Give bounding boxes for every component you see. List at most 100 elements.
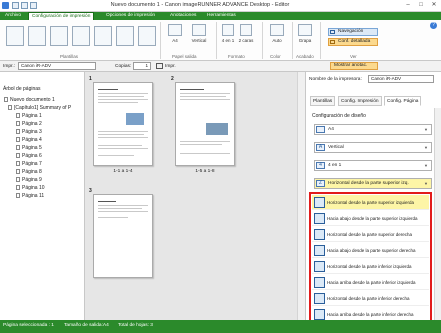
sheet-thumbnail[interactable] — [93, 82, 153, 166]
page-icon — [16, 185, 20, 191]
order-option[interactable]: Horizontal desde la parte superior derec… — [312, 227, 429, 242]
page-icon — [16, 153, 20, 159]
sheet-thumbnail[interactable] — [175, 82, 235, 166]
show-annotations-toggle[interactable]: Mostrar anotac. — [330, 62, 378, 70]
template-7-icon[interactable] — [138, 26, 156, 46]
close-button[interactable]: ✕ — [428, 1, 440, 10]
paper-size-icon[interactable] — [168, 24, 182, 36]
tab-anotaciones[interactable]: Anotaciones — [167, 12, 199, 20]
template-2-icon[interactable] — [28, 26, 46, 46]
printer-name-select[interactable]: Canon iR-ADV — [368, 75, 434, 83]
copies-input[interactable]: 1 — [133, 62, 151, 70]
tab-config-impresion[interactable]: Config. Impresión — [338, 96, 382, 106]
z-order-icon — [314, 197, 325, 208]
print-icon[interactable] — [156, 63, 163, 69]
tree-page-item[interactable]: Página 10 — [16, 184, 45, 192]
orientation-icon: A — [316, 144, 325, 151]
order-option[interactable]: Horizontal desde la parte inferior derec… — [312, 291, 429, 306]
order-option[interactable]: Hacia abajo desde la parte superior izqu… — [312, 211, 429, 226]
tree-page-item[interactable]: Página 11 — [16, 192, 44, 200]
print-button-label[interactable]: Impr. — [165, 64, 176, 69]
tree-chapter[interactable]: [Capítulo1] Summary of P — [8, 104, 71, 112]
navigation-label: Navegación — [338, 29, 364, 34]
sheet-caption: 1-5 a 1-8 — [195, 169, 215, 174]
order-option[interactable]: Hacia arriba desde la parte inferior izq… — [312, 275, 429, 290]
group-acabado-label: Acabado — [296, 54, 314, 59]
navigation-icon — [330, 30, 335, 34]
ribbon: Plantillas A4 Vertical Papel salida 4 en… — [0, 20, 441, 61]
status-selected-page: Página seleccionada : 1 — [3, 323, 54, 328]
minimize-button[interactable]: – — [402, 1, 414, 10]
template-5-icon[interactable] — [94, 26, 112, 46]
tree-page-item[interactable]: Página 3 — [16, 128, 42, 136]
page-order-value: Horizontal desde la parte superior izq. — [328, 181, 409, 186]
tree-page-item[interactable]: Página 2 — [16, 120, 42, 128]
tree-page-label: Página 4 — [22, 137, 42, 143]
tree-page-item[interactable]: Página 4 — [16, 136, 42, 144]
template-4-icon[interactable] — [72, 26, 90, 46]
n-order-icon — [314, 277, 325, 288]
staple-icon[interactable] — [298, 24, 312, 36]
z-order-icon — [314, 261, 325, 272]
tree-page-label: Página 1 — [22, 113, 42, 119]
redo-quick-icon[interactable] — [30, 2, 37, 9]
duplex-label[interactable]: 2 caras — [238, 38, 254, 43]
image-thumbnail — [206, 123, 228, 135]
order-option[interactable]: Horizontal desde la parte superior izqui… — [312, 195, 429, 210]
order-option[interactable]: Hacia abajo desde la parte superior dere… — [312, 243, 429, 258]
chevron-down-icon: ▼ — [424, 145, 428, 150]
tab-configuracion-impresion[interactable]: Configuración de impresión — [28, 12, 95, 20]
panel-vertical-scrollbar[interactable] — [434, 108, 441, 320]
tree-page-item[interactable]: Página 7 — [16, 160, 42, 168]
navigation-toggle[interactable]: Navegación — [328, 28, 378, 36]
pages-per-sheet-icon[interactable] — [222, 24, 234, 36]
order-option-label: Horizontal desde la parte superior izqui… — [327, 200, 415, 205]
settings-panel: Nombre de la impresora: Canon iR-ADV Pla… — [305, 72, 441, 322]
template-1-icon[interactable] — [6, 26, 24, 46]
help-icon[interactable]: ? — [430, 22, 437, 29]
tab-config-pagina[interactable]: Config. Página — [384, 96, 422, 106]
tab-plantillas[interactable]: Plantillas — [310, 96, 336, 106]
tree-page-label: Página 6 — [22, 153, 42, 159]
paper-size-label[interactable]: A4 — [168, 38, 182, 43]
tree-page-item[interactable]: Página 5 — [16, 144, 42, 152]
save-quick-icon[interactable] — [12, 2, 19, 9]
tree-page-item[interactable]: Página 1 — [16, 112, 42, 120]
sheet-thumbnail[interactable] — [93, 194, 153, 278]
tab-opciones-impresion[interactable]: Opciones de impresión — [103, 12, 158, 20]
order-option[interactable]: Horizontal desde la parte inferior izqui… — [312, 259, 429, 274]
template-6-icon[interactable] — [116, 26, 134, 46]
page-order-combo[interactable]: Z Horizontal desde la parte superior izq… — [314, 178, 432, 189]
tab-archivo[interactable]: Archivo — [2, 12, 24, 20]
duplex-icon[interactable] — [240, 24, 252, 36]
tree-page-item[interactable]: Página 6 — [16, 152, 42, 160]
printer-select[interactable]: Canon iR-ADV — [18, 62, 96, 70]
orientation-icon[interactable] — [192, 24, 206, 36]
staple-label[interactable]: Grapa — [296, 38, 314, 43]
tree-page-item[interactable]: Página 8 — [16, 168, 42, 176]
orientation-label[interactable]: Vertical — [186, 38, 212, 43]
paper-size-combo[interactable]: A4 ▼ — [314, 124, 432, 135]
color-mode-label[interactable]: Auto — [268, 38, 286, 43]
orientation-value: Vertical — [328, 145, 344, 150]
color-mode-icon[interactable] — [270, 24, 284, 36]
n-order-icon — [314, 213, 325, 224]
layout-combo[interactable]: 4 4 en 1 ▼ — [314, 160, 432, 171]
tab-herramientas[interactable]: Herramientas — [204, 12, 239, 20]
template-3-icon[interactable] — [50, 26, 68, 46]
tree-document[interactable]: Nuevo documento 1 — [4, 96, 55, 104]
pages-per-sheet-label[interactable]: 4 en 1 — [220, 38, 236, 43]
orientation-combo[interactable]: A Vertical ▼ — [314, 142, 432, 153]
maximize-button[interactable]: □ — [415, 1, 427, 10]
page-icon — [16, 137, 20, 143]
sheet-number: 1 — [89, 76, 92, 82]
preview-vertical-scrollbar[interactable] — [297, 72, 305, 320]
detailed-settings-toggle[interactable]: Conf. detallada — [328, 38, 378, 46]
layout-icon: 4 — [316, 162, 325, 169]
tree-page-item[interactable]: Página 9 — [16, 176, 42, 184]
sheet-number: 2 — [171, 76, 174, 82]
order-option-label: Horizontal desde la parte superior derec… — [327, 232, 413, 237]
page-order-icon: Z — [316, 180, 325, 187]
undo-quick-icon[interactable] — [21, 2, 28, 9]
settings-icon — [330, 40, 335, 44]
